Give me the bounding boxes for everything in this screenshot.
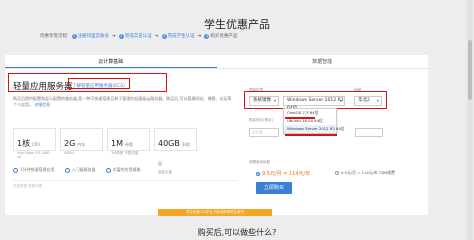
tab-cloud-basics[interactable]: 云计算基础	[5, 55, 217, 68]
spec-list: 1核 CPU Intel Xeon E5-2682 v4 2G 内存 DDR4 1M…	[13, 128, 197, 174]
os-option-selected[interactable]: Windows Server 2012 R2 64位	[284, 125, 345, 133]
page-title: 学生优惠产品	[204, 18, 270, 31]
arrow-icon: ➜	[154, 33, 159, 39]
duration-label: 购买时长(按月)	[249, 118, 273, 122]
image-note: 系统镜像 镜像列表	[13, 184, 43, 188]
renew-option[interactable]: 9.5元/月 = 114元/年	[256, 170, 310, 177]
step-4[interactable]: 4 购买优惠产品	[204, 33, 237, 39]
section-heading: 购买后,可以做些什么?	[197, 228, 277, 237]
tab-data-intelligence[interactable]: 数据智能	[217, 55, 429, 68]
scrollbar[interactable]	[467, 0, 473, 240]
steps-bar: 优惠享受流程: 1 注册阿里云账号 ➜ 2 完成实名认证 ➜ 3 完成学生认证 ➜ 4…	[40, 33, 237, 39]
steps-label: 优惠享受流程:	[40, 34, 69, 39]
divider	[13, 180, 238, 181]
renew-option[interactable]: 9.5元/月 = 114元/年 CDN续费	[335, 170, 395, 176]
spec-bandwidth: 1M 带宽 1M带宽 不限流量	[107, 128, 150, 155]
check-circle-icon	[105, 167, 111, 173]
buy-now-button[interactable]: 立即购买	[256, 182, 292, 194]
arrow-icon: ➜	[197, 33, 202, 39]
feature-list: 1分钟快速搭建应用 入门级服务器 丰富的应用镜像	[13, 167, 141, 173]
promo-banner: 学生优惠:24岁以下自动获得学生身份	[158, 209, 272, 216]
os-dropdown: CentOS 7.3 64位 Ubuntu 16.04 64位 Windows …	[283, 108, 345, 134]
more-link[interactable]: 详细信息	[34, 102, 50, 107]
auto-renew-label: 到期自动续费	[249, 160, 270, 164]
spec-memory: 2G 内存 DDR4	[60, 128, 103, 155]
feature-item: 1分钟快速搭建应用	[13, 167, 55, 173]
spec-disk: 40GB 系统盘 高效云盘	[154, 128, 197, 174]
feature-item: 丰富的应用镜像	[105, 167, 141, 173]
underline-mark	[285, 134, 337, 136]
scrollbar-thumb[interactable]	[468, 40, 472, 100]
product-description: 购买后提供配置和显示配置的服务器,是一种可快速搭建且易于管理的轻量级云服务器。购…	[13, 96, 232, 107]
highlight-box-os	[244, 91, 387, 109]
step-3[interactable]: 3 完成学生认证	[161, 33, 195, 39]
category-tabs: 云计算基础 数据智能	[5, 55, 428, 69]
radio-icon	[256, 171, 260, 176]
arrow-icon: ➜	[112, 33, 116, 39]
duration-input[interactable]: 1个月	[249, 128, 279, 137]
check-circle-icon	[13, 167, 18, 173]
highlight-box-link	[68, 78, 130, 89]
check-circle-icon	[64, 167, 70, 173]
os-option[interactable]: CentOS 7.3 64位	[284, 109, 336, 117]
step-1[interactable]: 1 注册阿里云账号	[71, 33, 109, 39]
step-2[interactable]: 2 完成实名认证	[118, 33, 152, 39]
underline-mark	[285, 117, 315, 119]
spec-cpu: 1核 CPU Intel Xeon E5-2682 v4	[13, 128, 56, 159]
radio-icon	[335, 171, 339, 175]
duration-input-2[interactable]	[355, 128, 383, 137]
feature-item: 入门级服务器	[64, 167, 96, 173]
page: 学生优惠产品 优惠享受流程: 1 注册阿里云账号 ➜ 2 完成实名认证 ➜ 3 完成学…	[0, 0, 474, 240]
